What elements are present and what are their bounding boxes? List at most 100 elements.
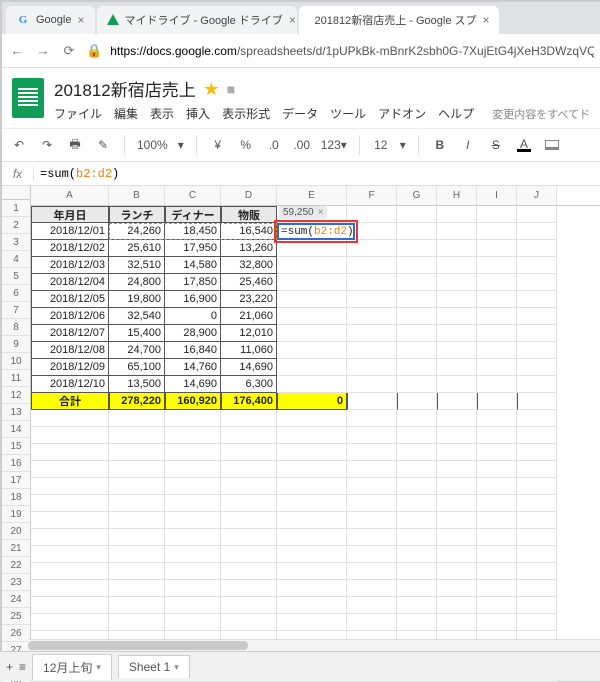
cell[interactable]	[397, 410, 437, 427]
cell[interactable]	[477, 495, 517, 512]
close-icon[interactable]: ×	[483, 13, 490, 27]
close-icon[interactable]: ×	[318, 207, 324, 218]
sheet-tab[interactable]: 12月上旬▾	[32, 654, 112, 680]
cell[interactable]	[31, 410, 109, 427]
row-header[interactable]: 3	[2, 234, 30, 251]
cell[interactable]	[347, 240, 397, 257]
cell[interactable]	[31, 580, 109, 597]
cell[interactable]: 23,220	[221, 291, 277, 308]
cell[interactable]	[477, 257, 517, 274]
cell[interactable]: 13,260	[221, 240, 277, 257]
cell[interactable]	[397, 444, 437, 461]
cell[interactable]	[221, 563, 277, 580]
cell[interactable]	[165, 410, 221, 427]
menu-addons[interactable]: アドオン	[378, 105, 426, 122]
cell[interactable]: 19,800	[109, 291, 165, 308]
cell[interactable]	[477, 240, 517, 257]
cell[interactable]	[517, 410, 557, 427]
cell[interactable]	[347, 308, 397, 325]
cell[interactable]	[347, 444, 397, 461]
number-format-button[interactable]: 123▾	[321, 134, 347, 156]
cell[interactable]: 2018/12/08	[31, 342, 109, 359]
back-button[interactable]: ←	[8, 43, 26, 58]
row-header[interactable]: 19	[2, 506, 30, 523]
column-header[interactable]: D	[221, 186, 277, 205]
cell[interactable]	[397, 580, 437, 597]
italic-button[interactable]: I	[459, 134, 477, 156]
zoom-select[interactable]: 100%	[137, 134, 168, 156]
cell[interactable]	[437, 206, 477, 223]
cell[interactable]	[397, 546, 437, 563]
cell[interactable]	[347, 427, 397, 444]
cell[interactable]: 2018/12/02	[31, 240, 109, 257]
cell[interactable]	[347, 529, 397, 546]
cell[interactable]	[347, 563, 397, 580]
cell[interactable]	[31, 478, 109, 495]
cell[interactable]	[277, 563, 347, 580]
undo-button[interactable]: ↶	[10, 134, 28, 156]
cell[interactable]	[477, 580, 517, 597]
row-header[interactable]: 17	[2, 472, 30, 489]
cell[interactable]: 0	[165, 308, 221, 325]
cell[interactable]: ランチ	[109, 206, 165, 223]
cell[interactable]	[397, 529, 437, 546]
cell[interactable]	[165, 478, 221, 495]
cell[interactable]	[477, 325, 517, 342]
cell[interactable]: 12,010	[221, 325, 277, 342]
cell[interactable]	[221, 512, 277, 529]
row-header[interactable]: 22	[2, 557, 30, 574]
cell[interactable]	[517, 529, 557, 546]
cell[interactable]	[31, 563, 109, 580]
cell[interactable]	[477, 546, 517, 563]
menu-view[interactable]: 表示	[150, 105, 174, 122]
cell[interactable]	[477, 308, 517, 325]
strike-button[interactable]: S	[487, 134, 505, 156]
cell[interactable]	[517, 359, 557, 376]
cell[interactable]	[277, 444, 347, 461]
cell[interactable]	[221, 614, 277, 631]
row-header[interactable]: 8	[2, 319, 30, 336]
cell[interactable]	[109, 410, 165, 427]
cell[interactable]	[477, 478, 517, 495]
cell[interactable]	[31, 444, 109, 461]
cell[interactable]	[277, 512, 347, 529]
menu-tools[interactable]: ツール	[330, 105, 366, 122]
paint-format-button[interactable]: ✎	[94, 134, 112, 156]
cell[interactable]	[165, 597, 221, 614]
cell[interactable]	[397, 512, 437, 529]
column-header[interactable]: A	[31, 186, 109, 205]
cell[interactable]	[31, 529, 109, 546]
cell[interactable]: 14,690	[165, 376, 221, 393]
cell[interactable]	[397, 427, 437, 444]
star-icon[interactable]: ★	[204, 78, 219, 99]
column-header[interactable]: E	[277, 186, 347, 205]
row-header[interactable]: 13	[2, 404, 30, 421]
menu-insert[interactable]: 挿入	[186, 105, 210, 122]
cell[interactable]: 2018/12/06	[31, 308, 109, 325]
cell[interactable]: 14,580	[165, 257, 221, 274]
cell[interactable]	[109, 563, 165, 580]
cell[interactable]	[347, 325, 397, 342]
cell[interactable]	[517, 478, 557, 495]
cell[interactable]	[165, 461, 221, 478]
cell[interactable]	[517, 223, 557, 240]
cell[interactable]	[165, 614, 221, 631]
cell[interactable]	[221, 478, 277, 495]
cell[interactable]	[437, 478, 477, 495]
column-header[interactable]: F	[347, 186, 397, 205]
cell[interactable]	[347, 597, 397, 614]
cell[interactable]	[277, 427, 347, 444]
cell[interactable]	[437, 546, 477, 563]
horizontal-scrollbar[interactable]	[28, 639, 600, 651]
cell[interactable]	[437, 325, 477, 342]
row-header[interactable]: 9	[2, 336, 30, 353]
cell[interactable]	[397, 308, 437, 325]
cell[interactable]	[477, 427, 517, 444]
cell[interactable]	[517, 393, 557, 410]
cell[interactable]: 24,700	[109, 342, 165, 359]
cell[interactable]	[397, 223, 437, 240]
cell[interactable]	[437, 376, 477, 393]
cell[interactable]: 176,400	[221, 393, 277, 410]
cell[interactable]	[165, 512, 221, 529]
browser-tab[interactable]: G Google ×	[6, 6, 95, 34]
